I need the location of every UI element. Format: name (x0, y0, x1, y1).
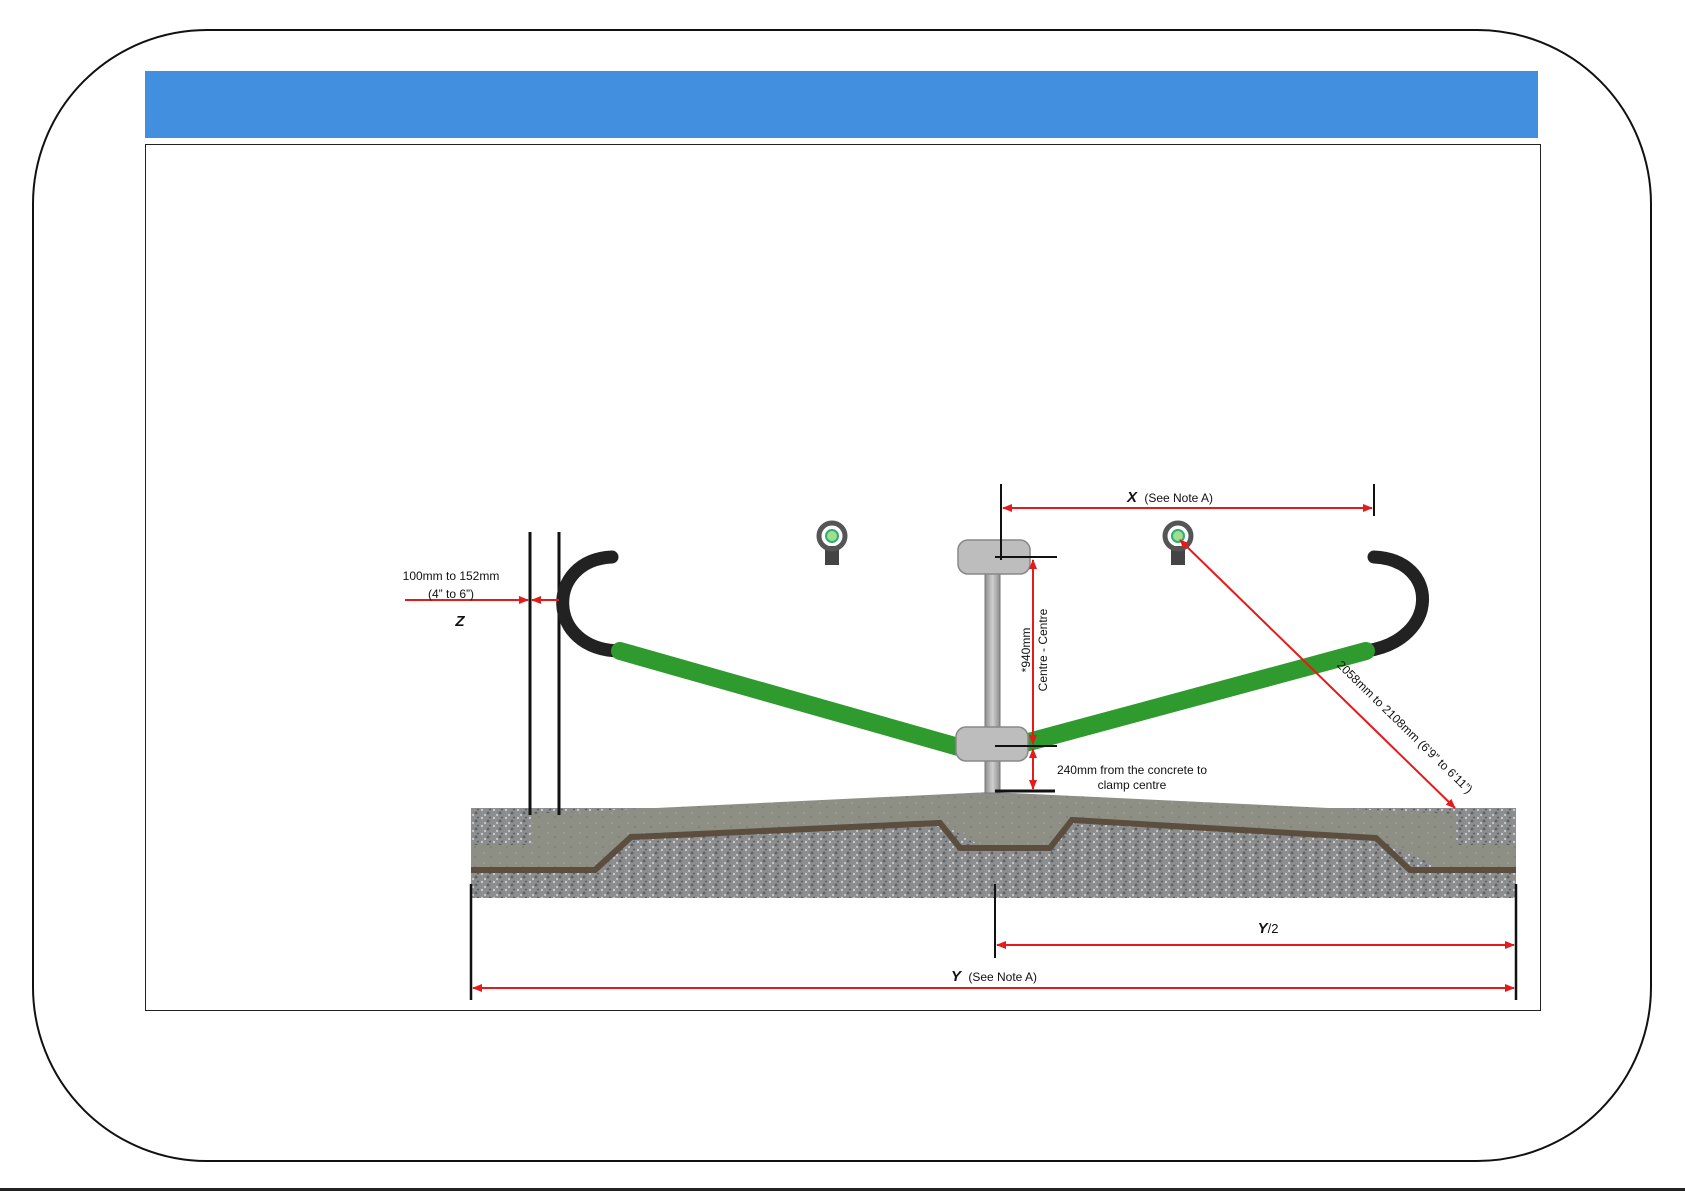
y-note: (See Note A) (968, 970, 1037, 984)
dimension-z: 100mm to 152mm (4” to 6”) Z (403, 569, 559, 630)
dimension-diagonal: 2058mm to 2108mm (6’9” to 6’11”) (1179, 539, 1475, 809)
y-letter: Y (951, 968, 963, 985)
half-y-suffix: /2 (1268, 921, 1279, 936)
x-letter: X (1126, 489, 1138, 506)
dimension-y: Y (See Note A) (469, 884, 1518, 1000)
ground-section (471, 792, 1516, 898)
z-letter: Z (454, 613, 465, 630)
y-label: Y (See Note A) (951, 968, 1037, 985)
installation-diagram: 100mm to 152mm (4” to 6”) Z X (See Note … (403, 484, 1518, 1000)
centre-value-label: *940mm (1019, 628, 1033, 673)
right-hose-loop (1359, 550, 1429, 658)
bottom-clamp (955, 726, 1029, 762)
z-range-label: 100mm to 152mm (403, 569, 500, 583)
left-hose-loop (556, 550, 627, 658)
lower-pipe-left (611, 642, 971, 757)
diagonal-label: 2058mm to 2108mm (6’9” to 6’11”) (1334, 658, 1475, 796)
fence-posts (528, 532, 561, 815)
x-label: X (See Note A) (1126, 489, 1213, 506)
dimension-ground-clamp: 240mm from the concrete to clamp centre (1029, 748, 1207, 792)
ground-clamp-line2: clamp centre (1098, 778, 1167, 792)
ground-clamp-line1: 240mm from the concrete to (1057, 763, 1207, 777)
z-range-imperial-label: (4” to 6”) (428, 587, 474, 601)
lower-pipe-right (1016, 642, 1375, 752)
dimension-centre-centre: *940mm Centre - Centre (995, 556, 1057, 747)
half-y-label: Y/2 (1258, 920, 1279, 937)
centre-text-label: Centre - Centre (1036, 608, 1050, 691)
x-note: (See Note A) (1144, 491, 1213, 505)
